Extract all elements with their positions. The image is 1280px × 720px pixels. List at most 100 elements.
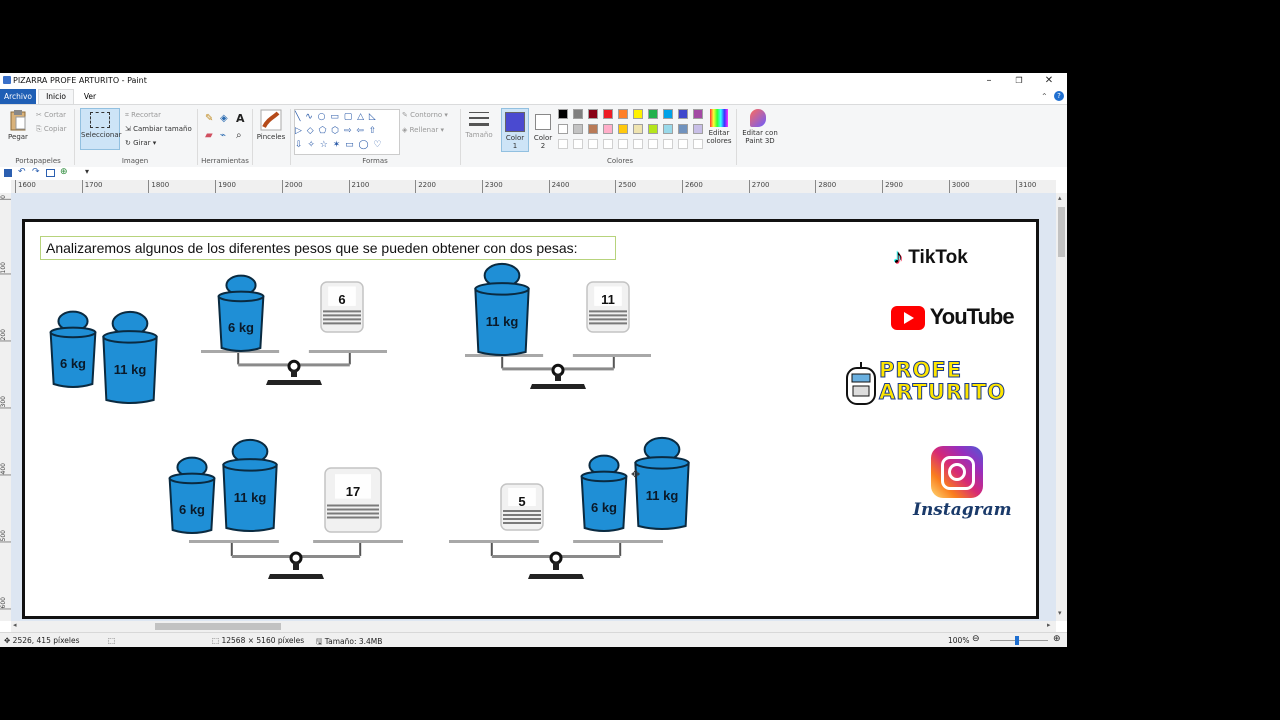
zoom-in-icon[interactable]: ⊕: [1053, 634, 1061, 644]
scroll-right-icon[interactable]: ▸: [1047, 621, 1051, 629]
bag: 5: [499, 482, 545, 532]
window-title: PIZARRA PROFE ARTURITO - Paint: [13, 76, 147, 85]
close-button[interactable]: ✕: [1034, 74, 1064, 88]
color1-button[interactable]: Color 1: [501, 108, 529, 152]
rotate-button[interactable]: ↻ Girar ▾: [125, 139, 156, 147]
cut-label: Cortar: [44, 111, 67, 119]
weight-11kg-label: 11 kg: [113, 362, 147, 377]
fill-button[interactable]: ◈ Rellenar ▾: [402, 126, 444, 134]
zoom-slider-thumb[interactable]: [1015, 636, 1019, 645]
palette-swatch[interactable]: [618, 124, 628, 134]
palette-swatch[interactable]: [558, 124, 568, 134]
palette-swatch-empty[interactable]: [588, 139, 598, 149]
palette-swatch[interactable]: [693, 124, 703, 134]
weight-11kg-drawing: [102, 310, 158, 404]
select-button[interactable]: Seleccionar: [80, 108, 122, 150]
customize-dropdown-icon[interactable]: ▾: [85, 167, 89, 176]
horizontal-scrollbar[interactable]: ◂ ▸: [11, 621, 1056, 632]
fullscreen-icon[interactable]: ⊕: [60, 167, 68, 177]
palette-swatch[interactable]: [603, 109, 613, 119]
color2-button[interactable]: Color 2: [531, 108, 555, 150]
view-icon[interactable]: [46, 169, 55, 177]
youtube-icon: [891, 306, 925, 331]
tab-inicio[interactable]: Inicio: [38, 89, 74, 104]
outline-button[interactable]: ✎ Contorno ▾: [402, 111, 448, 119]
palette-swatch-empty[interactable]: [633, 139, 643, 149]
maximize-button[interactable]: ❐: [1004, 74, 1034, 88]
palette-swatch[interactable]: [558, 109, 568, 119]
bag-drawing: [320, 281, 364, 333]
brushes-button[interactable]: Pinceles: [256, 109, 286, 141]
ruler-tick: 3100: [1015, 180, 1036, 193]
shapes-gallery[interactable]: ╲ ∿ ○ ▭ ▢ △ ◺ ▷ ◇ ⬠ ⬡ ⇨ ⇦ ⇧ ⇩ ✧ ☆ ✶ ▭ ◯ …: [294, 109, 400, 155]
drawing-sheet[interactable]: Analizaremos algunos de los diferentes p…: [22, 219, 1039, 619]
paste-button[interactable]: Pegar: [6, 109, 30, 141]
ruler-tick: 2900: [882, 180, 903, 193]
scroll-left-icon[interactable]: ◂: [13, 621, 17, 629]
palette-swatch[interactable]: [603, 124, 613, 134]
palette-swatch[interactable]: [648, 124, 658, 134]
scroll-up-icon[interactable]: ▴: [1058, 194, 1062, 202]
undo-icon[interactable]: ↶: [18, 167, 26, 177]
size-label: Tamaño: [465, 131, 493, 139]
group-tools: Herramientas: [201, 157, 249, 165]
palette-swatch[interactable]: [663, 109, 673, 119]
palette-swatch-empty[interactable]: [648, 139, 658, 149]
help-icon[interactable]: ?: [1054, 91, 1064, 101]
bag-value-label: 5: [518, 494, 526, 509]
magnifier-icon[interactable]: ⌕: [236, 130, 242, 141]
color-picker-icon[interactable]: ⌁: [220, 130, 226, 141]
fill-icon[interactable]: ◈: [220, 113, 228, 124]
pencil-icon[interactable]: ✎: [205, 113, 213, 124]
palette-swatch[interactable]: [633, 109, 643, 119]
save-icon[interactable]: [4, 169, 12, 177]
palette-swatch[interactable]: [573, 124, 583, 134]
palette-swatch[interactable]: [663, 124, 673, 134]
paint3d-button[interactable]: Editar con Paint 3D: [740, 109, 778, 145]
ruler-tick: 2100: [348, 180, 369, 193]
vertical-scrollbar[interactable]: ▴ ▾: [1056, 193, 1067, 621]
size-button[interactable]: Tamaño: [464, 109, 494, 139]
palette-swatch[interactable]: [678, 109, 688, 119]
bag: 17: [323, 466, 383, 534]
zoom-slider[interactable]: [990, 640, 1048, 641]
youtube-label: YouTube: [929, 304, 1015, 329]
palette-swatch[interactable]: [573, 109, 583, 119]
palette-swatch[interactable]: [588, 124, 598, 134]
palette-swatch-empty[interactable]: [693, 139, 703, 149]
palette-swatch[interactable]: [693, 109, 703, 119]
palette-swatch-empty[interactable]: [663, 139, 673, 149]
tab-ver[interactable]: Ver: [78, 89, 102, 104]
tab-archivo[interactable]: Archivo: [0, 89, 36, 104]
select-label: Seleccionar: [81, 131, 122, 139]
palette-swatch[interactable]: [678, 124, 688, 134]
eraser-icon[interactable]: ▰: [205, 130, 213, 141]
palette-swatch[interactable]: [648, 109, 658, 119]
cut-button[interactable]: ✂ Cortar: [36, 111, 66, 119]
tiktok-logo: ♪ TikTok: [893, 246, 968, 269]
horizontal-scroll-thumb[interactable]: [155, 623, 281, 630]
weight-6kg-label: 6 kg: [59, 356, 86, 371]
resize-button[interactable]: ⇲ Cambiar tamaño: [125, 125, 192, 133]
palette-swatch[interactable]: [618, 109, 628, 119]
palette-swatch[interactable]: [633, 124, 643, 134]
minimize-button[interactable]: –: [974, 74, 1004, 88]
collapse-ribbon-icon[interactable]: ⌃: [1041, 92, 1048, 101]
edit-colors-button[interactable]: Editar colores: [704, 109, 734, 145]
color-palette: [558, 109, 710, 153]
palette-swatch-empty[interactable]: [603, 139, 613, 149]
arturito-label: ARTURITO: [878, 380, 1007, 404]
copy-button[interactable]: ⎘ Copiar: [36, 125, 67, 134]
crop-button[interactable]: ⌗ Recortar: [125, 111, 161, 120]
palette-swatch[interactable]: [588, 109, 598, 119]
canvas-area[interactable]: Analizaremos algunos de los diferentes p…: [11, 193, 1056, 621]
redo-icon[interactable]: ↷: [32, 167, 40, 177]
zoom-out-icon[interactable]: ⊖: [972, 634, 980, 644]
text-tool-icon[interactable]: A: [236, 112, 245, 125]
palette-swatch-empty[interactable]: [573, 139, 583, 149]
palette-swatch-empty[interactable]: [678, 139, 688, 149]
palette-swatch-empty[interactable]: [618, 139, 628, 149]
vertical-scroll-thumb[interactable]: [1058, 207, 1065, 257]
scroll-down-icon[interactable]: ▾: [1058, 609, 1062, 617]
palette-swatch-empty[interactable]: [558, 139, 568, 149]
